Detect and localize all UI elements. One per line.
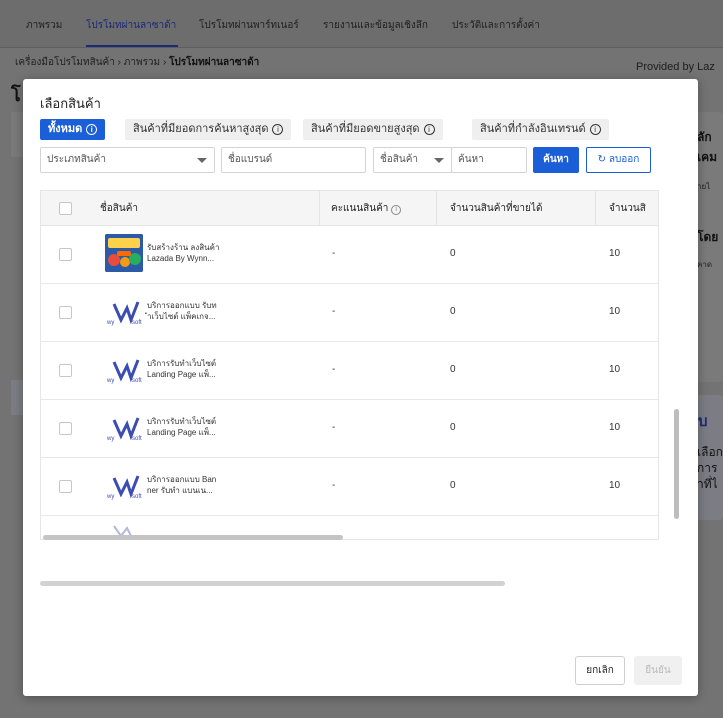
tab-top-sales[interactable]: สินค้าที่มียอดขายสูงสุด i	[303, 119, 443, 140]
search-button[interactable]: ค้นหา	[533, 147, 579, 173]
wynnsoft-logo-thumbnail: wy soft	[105, 294, 143, 332]
svg-text:soft: soft	[132, 320, 142, 326]
tab-top-search[interactable]: สินค้าที่มียอดการค้นหาสูงสุด i	[125, 119, 292, 140]
cancel-button[interactable]: ยกเลิก	[575, 656, 625, 685]
row-checkbox[interactable]	[59, 480, 72, 493]
modal-horizontal-scrollbar[interactable]	[40, 581, 505, 586]
info-icon: i	[423, 124, 435, 135]
search-field-select[interactable]: ชื่อสินค้า	[373, 147, 452, 173]
breadcrumb-root[interactable]: เครื่องมือโปรโมทสินค้า	[15, 57, 115, 68]
table-row[interactable]: wy soft บริการรับทำเว็บไซต์ Landing Page แ…	[41, 342, 658, 400]
modal-title: เลือกสินค้า	[40, 96, 101, 111]
svg-text:soft: soft	[132, 494, 142, 500]
chevron-down-icon	[197, 158, 207, 163]
row-checkbox[interactable]	[59, 364, 72, 377]
info-icon: i	[589, 124, 601, 135]
info-icon: i	[272, 124, 284, 135]
product-name: บริการรับทำเว็บไซต์ Landing Page แพ็...	[147, 417, 217, 437]
col-sold: จำนวนสินค้าที่ขายได้	[450, 203, 543, 214]
breadcrumb-current: โปรโมทผ่านลาซาด้า	[169, 57, 260, 68]
select-all-checkbox[interactable]	[59, 202, 72, 215]
row-checkbox[interactable]	[59, 422, 72, 435]
clear-button[interactable]: ↻ ลบออก	[586, 147, 651, 173]
row-checkbox[interactable]	[59, 306, 72, 319]
nav-item-reports[interactable]: รายงานและข้อมูลเชิงลึก	[323, 18, 428, 33]
tab-trending[interactable]: สินค้าที่กำลังอินเทรนด์ i	[472, 119, 609, 140]
svg-text:soft: soft	[132, 378, 142, 384]
table-row[interactable]: รับสร้างร้าน ลงสินค้า Lazada By Wynn... -…	[41, 226, 658, 284]
nav-item-history-settings[interactable]: ประวัติและการตั้งค่า	[452, 18, 540, 33]
wynnsoft-logo-thumbnail: wy soft	[105, 410, 143, 448]
info-icon: i	[86, 124, 98, 135]
svg-text:wy: wy	[106, 320, 114, 326]
nav-item-promote-partner[interactable]: โปรโมทผ่านพาร์ทเนอร์	[199, 18, 299, 33]
wynnsoft-logo-thumbnail: wy soft	[105, 468, 143, 506]
table-vertical-scrollbar[interactable]	[674, 409, 679, 519]
product-thumbnail	[105, 234, 143, 272]
svg-text:soft: soft	[132, 436, 142, 442]
col-quantity: จำนวนสิ	[609, 203, 646, 214]
product-name: รับสร้างร้าน ลงสินค้า Lazada By Wynn...	[147, 243, 220, 263]
product-name: บริการรับทำเว็บไซต์ Landing Page แพ็...	[147, 359, 217, 379]
product-name: บริการออกแบบ Ban ner รับทำ แบนเน...	[147, 475, 217, 495]
page-title: โ	[11, 85, 21, 105]
table-horizontal-scrollbar[interactable]	[43, 535, 343, 540]
brand-input[interactable]: ชื่อแบรนด์	[221, 147, 366, 173]
active-tab-underline	[86, 45, 178, 47]
breadcrumb-mid[interactable]: ภาพรวม	[124, 57, 160, 68]
category-select[interactable]: ประเภทสินค้า	[40, 147, 215, 173]
wynnsoft-logo-thumbnail: wy soft	[105, 352, 143, 390]
product-name: บริการออกแบบ รับท ำเว็บไซต์ แพ็คเกจ...	[147, 301, 217, 321]
nav-item-overview[interactable]: ภาพรวม	[26, 18, 62, 33]
refresh-icon: ↻	[597, 154, 607, 165]
table-row[interactable]: wy soft บริการรับทำเว็บไซต์ Landing Page แ…	[41, 400, 658, 458]
table-header: ชื่อสินค้า คะแนนสินค้า i จำนวนสินค้าที่ข…	[41, 191, 658, 226]
chevron-down-icon	[434, 158, 444, 163]
svg-text:wy: wy	[106, 436, 114, 442]
nav-item-promote-lazada[interactable]: โปรโมทผ่านลาซาด้า	[86, 18, 176, 33]
col-product-name: ชื่อสินค้า	[100, 203, 139, 214]
svg-text:wy: wy	[106, 494, 114, 500]
confirm-button[interactable]: ยืนยัน	[634, 656, 682, 685]
row-checkbox[interactable]	[59, 248, 72, 261]
table-row[interactable]: wy soft บริการออกแบบ Ban ner รับทำ แบนเน..…	[41, 458, 658, 516]
select-product-modal: เลือกสินค้า ทั้งหมด i สินค้าที่มียอดการค้…	[23, 79, 698, 696]
search-input[interactable]: ค้นหา	[451, 147, 527, 173]
svg-text:wy: wy	[106, 378, 114, 384]
tab-all[interactable]: ทั้งหมด i	[40, 119, 106, 140]
top-navigation: ภาพรวม โปรโมทผ่านลาซาด้า โปรโมทผ่านพาร์ท…	[0, 0, 723, 48]
col-score: คะแนนสินค้า i	[331, 191, 402, 226]
breadcrumb: เครื่องมือโปรโมทสินค้า › ภาพรวม › โปรโมท…	[15, 57, 260, 68]
info-icon: i	[391, 205, 402, 215]
product-table: ชื่อสินค้า คะแนนสินค้า i จำนวนสินค้าที่ข…	[40, 190, 659, 540]
table-row[interactable]: wy soft บริการออกแบบ รับท ำเว็บไซต์ แพ็คเก…	[41, 284, 658, 342]
provided-by-text: Provided by Laz	[636, 61, 715, 73]
